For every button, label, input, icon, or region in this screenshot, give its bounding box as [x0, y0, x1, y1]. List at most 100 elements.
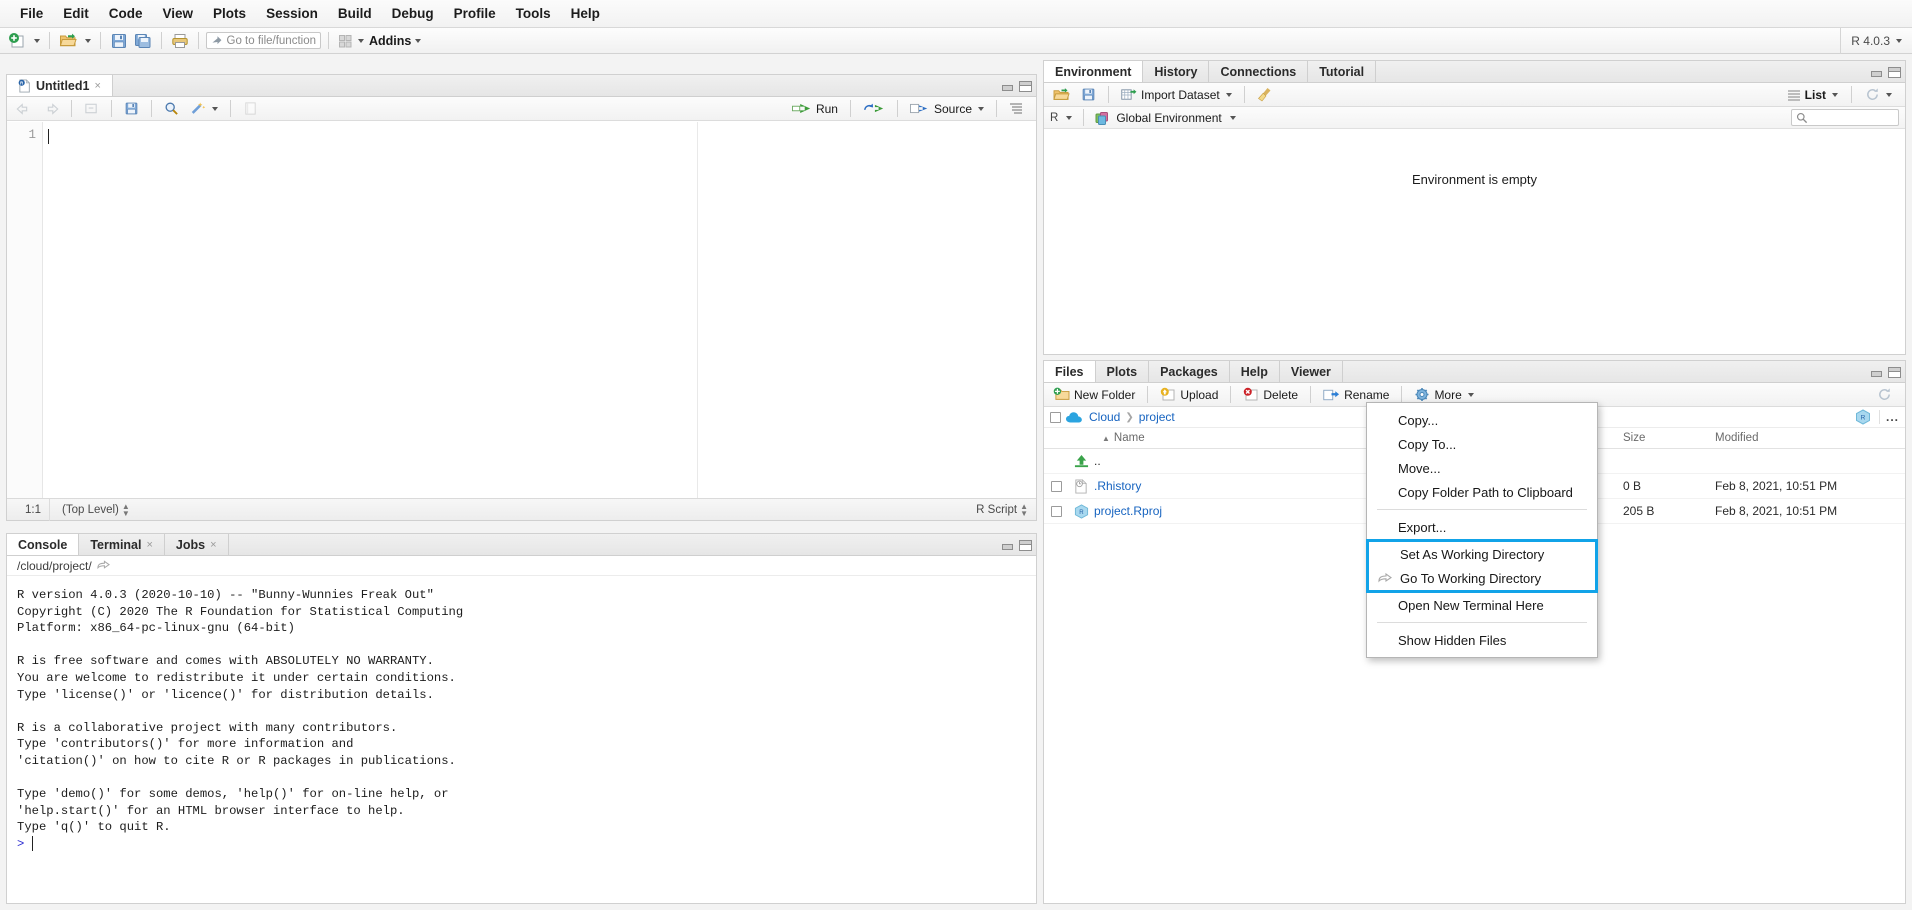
close-icon[interactable]: ×	[94, 80, 100, 92]
open-file-dropdown[interactable]	[81, 38, 93, 44]
filetype-selector[interactable]: R Script ▲ ▼	[976, 502, 1036, 517]
rename-button[interactable]: Rename	[1319, 387, 1393, 403]
code-tools-button[interactable]	[186, 100, 222, 117]
column-header-size[interactable]: Size	[1623, 432, 1715, 444]
menu-file[interactable]: File	[10, 2, 53, 25]
source-button[interactable]: Source	[906, 101, 988, 117]
close-icon[interactable]: ×	[210, 539, 216, 551]
print-button[interactable]	[169, 31, 191, 51]
more-button[interactable]: More	[1410, 386, 1477, 403]
save-button[interactable]	[108, 31, 130, 51]
tab-jobs[interactable]: Jobs ×	[165, 534, 229, 555]
menu-profile[interactable]: Profile	[444, 2, 506, 25]
chevron-down-icon[interactable]	[1066, 115, 1073, 120]
find-replace-button[interactable]	[160, 100, 183, 117]
save-source-button[interactable]	[120, 100, 143, 117]
close-icon[interactable]: ×	[146, 539, 152, 551]
forward-button[interactable]	[39, 102, 63, 116]
menu-item-copy-folder-path[interactable]: Copy Folder Path to Clipboard	[1367, 480, 1597, 504]
tab-viewer[interactable]: Viewer	[1280, 361, 1343, 382]
load-workspace-button[interactable]	[1049, 86, 1074, 103]
maximize-icon[interactable]	[1888, 66, 1901, 78]
console-output[interactable]: R version 4.0.3 (2020-10-10) -- "Bunny-W…	[7, 577, 1036, 903]
tab-connections[interactable]: Connections	[1209, 61, 1309, 82]
new-folder-button[interactable]: New Folder	[1049, 386, 1139, 403]
menu-view[interactable]: View	[153, 2, 204, 25]
menu-build[interactable]: Build	[328, 2, 382, 25]
tab-history[interactable]: History	[1143, 61, 1210, 82]
menu-plots[interactable]: Plots	[203, 2, 256, 25]
minimize-icon[interactable]	[1870, 367, 1883, 378]
menu-item-export[interactable]: Export...	[1367, 515, 1597, 539]
tab-environment[interactable]: Environment	[1044, 61, 1144, 82]
maximize-icon[interactable]	[1019, 539, 1032, 551]
menu-debug[interactable]: Debug	[382, 2, 444, 25]
tab-packages[interactable]: Packages	[1149, 361, 1230, 382]
source-tab-untitled1[interactable]: R Untitled1 ×	[7, 75, 113, 96]
menu-item-go-to-working-directory[interactable]: Go To Working Directory	[1369, 566, 1595, 590]
row-checkbox[interactable]	[1050, 505, 1062, 517]
menu-item-copy-to[interactable]: Copy To...	[1367, 432, 1597, 456]
new-file-dropdown[interactable]	[30, 38, 42, 44]
files-more-menu-button[interactable]: ...	[1878, 410, 1899, 424]
addins-button[interactable]: Addins	[336, 32, 423, 50]
menu-item-move[interactable]: Move...	[1367, 456, 1597, 480]
menu-tools[interactable]: Tools	[506, 2, 561, 25]
scope-label: (Top Level)	[62, 503, 119, 516]
menu-item-label: Copy Folder Path to Clipboard	[1398, 484, 1573, 500]
compile-report-button[interactable]	[239, 100, 262, 117]
breadcrumb-project[interactable]: project	[1139, 410, 1175, 424]
menu-code[interactable]: Code	[99, 2, 153, 25]
tab-plots[interactable]: Plots	[1096, 361, 1150, 382]
maximize-icon[interactable]	[1888, 366, 1901, 378]
show-in-new-window-button[interactable]	[80, 100, 103, 117]
toolbar-divider	[849, 100, 851, 117]
row-checkbox[interactable]	[1050, 480, 1062, 492]
minimize-icon[interactable]	[1870, 67, 1883, 78]
import-dataset-button[interactable]: Import Dataset	[1117, 87, 1236, 103]
menu-item-set-as-working-directory[interactable]: Set As Working Directory	[1369, 542, 1595, 566]
chevron-updown-icon: ▲ ▼	[121, 501, 130, 518]
clear-workspace-button[interactable]	[1253, 86, 1277, 103]
menu-help[interactable]: Help	[561, 2, 610, 25]
breadcrumb-cloud[interactable]: Cloud	[1089, 410, 1120, 424]
grid-icon	[339, 34, 352, 47]
editor-code-area[interactable]	[43, 122, 1036, 498]
menu-item-open-new-terminal-here[interactable]: Open New Terminal Here	[1367, 593, 1597, 617]
view-mode-button[interactable]: List	[1783, 87, 1842, 103]
tab-terminal[interactable]: Terminal ×	[79, 534, 165, 555]
column-header-modified[interactable]: Modified	[1715, 432, 1905, 444]
tab-tutorial[interactable]: Tutorial	[1308, 61, 1377, 82]
select-all-checkbox[interactable]	[1050, 411, 1061, 423]
chevron-down-icon[interactable]	[1229, 115, 1236, 120]
upload-button[interactable]: Upload	[1156, 386, 1222, 403]
maximize-icon[interactable]	[1019, 80, 1032, 92]
save-workspace-button[interactable]	[1077, 86, 1100, 103]
menu-item-copy[interactable]: Copy...	[1367, 408, 1597, 432]
document-outline-button[interactable]	[1005, 101, 1027, 116]
tab-console[interactable]: Console	[7, 534, 80, 555]
new-file-button[interactable]	[6, 31, 28, 51]
goto-file-function-input[interactable]: Go to file/function	[206, 32, 321, 49]
save-all-button[interactable]	[132, 31, 154, 51]
refresh-environment-button[interactable]	[1861, 86, 1896, 103]
rerun-button[interactable]	[859, 101, 889, 116]
editor-body[interactable]: 1	[7, 122, 1036, 498]
refresh-files-button[interactable]	[1873, 386, 1896, 403]
menu-edit[interactable]: Edit	[53, 2, 99, 25]
tab-help[interactable]: Help	[1230, 361, 1280, 382]
back-button[interactable]	[12, 102, 36, 116]
run-button[interactable]: Run	[788, 101, 842, 117]
environment-search-input[interactable]	[1791, 109, 1899, 126]
minimize-icon[interactable]	[1001, 540, 1014, 551]
minimize-icon[interactable]	[1001, 81, 1014, 92]
rproject-icon[interactable]: R	[1855, 409, 1871, 425]
open-file-button[interactable]	[57, 31, 79, 51]
tab-files[interactable]: Files	[1044, 361, 1096, 382]
r-version-selector[interactable]: R 4.0.3	[1840, 28, 1902, 54]
delete-button[interactable]: Delete	[1239, 386, 1302, 403]
open-directory-icon[interactable]	[97, 560, 110, 571]
menu-session[interactable]: Session	[256, 2, 328, 25]
menu-item-show-hidden-files[interactable]: Show Hidden Files	[1367, 628, 1597, 652]
scope-selector[interactable]: (Top Level) ▲ ▼	[49, 498, 130, 521]
